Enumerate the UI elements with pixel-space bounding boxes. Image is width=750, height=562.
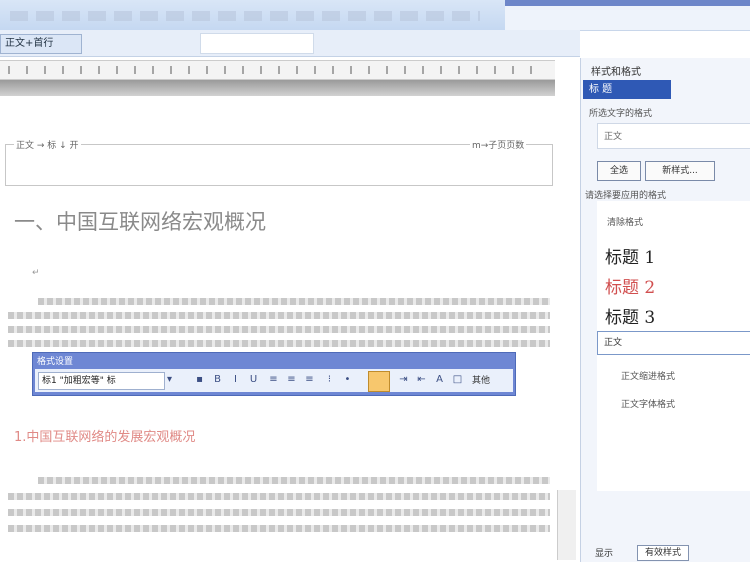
header-left-label: 正文 → 标 ↓ 开 [14,138,81,151]
current-format-text: 正文 [604,132,623,142]
body-text-line[interactable] [8,340,550,347]
style-item-indent[interactable]: 正文缩进格式 [621,369,675,382]
floating-toolbar-body: 标1 "加粗宏等" 标 ▾ ▪ B I U ≡ ≡ ≡ ⁝ • ⇥ ⇤ A □ … [35,369,513,392]
body-text-line[interactable] [8,493,550,500]
outdent-icon[interactable]: ⇤ [415,373,428,386]
menu-bar[interactable] [10,11,480,21]
new-style-button[interactable]: 新样式... [645,161,715,181]
horizontal-ruler[interactable] [0,60,555,80]
body-text-line[interactable] [8,312,550,319]
body-text-line[interactable] [8,525,550,532]
current-format-box[interactable]: 正文 [597,123,750,149]
highlight-button[interactable] [368,371,390,392]
body-text-line[interactable] [38,298,550,305]
style-combo[interactable]: 正文+首行 [0,34,82,54]
italic-icon[interactable]: I [229,373,242,386]
heading-1[interactable]: 一、中国互联网络宏观概况 [14,206,266,236]
task-pane-title: 样式和格式 [591,67,641,78]
window-frame-strip [505,0,750,6]
body-text-line[interactable] [8,326,550,333]
font-color-icon[interactable]: A [433,373,446,386]
paragraph-mark: ↵ [32,268,40,278]
page-gap [0,80,555,96]
indent-icon[interactable]: ⇥ [397,373,410,386]
show-label: 显示 [595,549,614,559]
body-text-line[interactable] [38,477,550,484]
border-icon[interactable]: □ [451,373,464,386]
title-bar-right [505,0,750,31]
formatting-toolbar [0,30,580,57]
header-right-label: m→子页页数 [470,138,527,151]
bold-icon[interactable]: B [211,373,224,386]
formatting-label: 所选文字的格式 [589,109,653,119]
style-item-heading-2[interactable]: 标题 2 [605,273,655,298]
floating-format-toolbar[interactable]: 格式设置 标1 "加粗宏等" 标 ▾ ▪ B I U ≡ ≡ ≡ ⁝ • ⇥ ⇤… [32,352,516,396]
style-item-selected[interactable]: 正文 [597,331,750,355]
align-right-icon[interactable]: ≡ [303,373,316,386]
select-all-button[interactable]: 全选 [597,161,641,181]
body-text-line[interactable] [8,509,550,516]
style-item-heading-3[interactable]: 标题 3 [605,303,655,328]
ruler-ticks [8,66,548,74]
font-size-icon[interactable]: ▪ [193,373,206,386]
style-item-font[interactable]: 正文字体格式 [621,397,675,410]
numbering-icon[interactable]: ⁝ [323,373,336,386]
task-pane-dropdown[interactable]: 标 题 [583,80,671,99]
styles-task-pane: 样式和格式 标 题 所选文字的格式 正文 全选 新样式... 请选择要应用的格式… [580,58,750,562]
title-bar [0,0,505,31]
style-dropdown[interactable]: 标1 "加粗宏等" 标 [38,372,165,390]
align-center-icon[interactable]: ≡ [285,373,298,386]
document-page[interactable]: 正文 → 标 ↓ 开 m→子页页数 一、中国互联网络宏观概况 ↵ 1.中国互联网… [0,96,555,562]
more-options-label[interactable]: 其他 [472,373,490,386]
chevron-down-icon[interactable]: ▾ [163,373,176,386]
clear-format-item[interactable]: 清除格式 [607,215,643,228]
floating-toolbar-title: 格式设置 [37,357,74,367]
style-item-heading-1[interactable]: 标题 1 [605,243,655,268]
style-list[interactable]: 清除格式 标题 1 标题 2 标题 3 正文 正文缩进格式 正文字体格式 [597,201,750,491]
bullets-icon[interactable]: • [341,373,354,386]
heading-2[interactable]: 1.中国互联网络的发展宏观概况 [14,426,195,445]
font-combo[interactable] [200,33,314,54]
show-dropdown[interactable]: 有效样式 [637,545,689,561]
align-left-icon[interactable]: ≡ [267,373,280,386]
underline-icon[interactable]: U [247,373,260,386]
pick-format-label: 请选择要应用的格式 [585,191,667,201]
vertical-scrollbar[interactable] [557,490,576,560]
